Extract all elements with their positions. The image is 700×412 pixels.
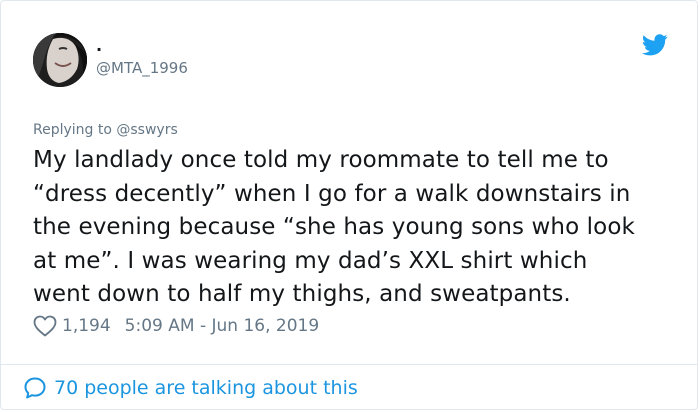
tweet-card: . @MTA_1996 Replying to @sswyrs My landl…: [0, 0, 698, 410]
tweet-timestamp[interactable]: 5:09 AM - Jun 16, 2019: [125, 316, 320, 336]
reply-mention-link[interactable]: @sswyrs: [116, 122, 177, 138]
divider: [1, 364, 697, 365]
talking-about-link[interactable]: 70 people are talking about this: [23, 375, 358, 401]
avatar[interactable]: [33, 33, 87, 87]
tweet-text: My landlady once told my roommate to tel…: [33, 147, 635, 307]
user-handle[interactable]: @MTA_1996: [96, 59, 188, 77]
heart-icon[interactable]: [33, 315, 57, 337]
tweet-meta: 1,194 5:09 AM - Jun 16, 2019: [33, 314, 319, 338]
replying-to: Replying to @sswyrs: [33, 121, 178, 139]
display-name[interactable]: .: [96, 37, 102, 55]
twitter-bird-icon[interactable]: [642, 34, 668, 56]
talking-about-label[interactable]: 70 people are talking about this: [54, 377, 358, 399]
profile-photo-icon: [33, 33, 87, 87]
speech-bubble-icon: [24, 377, 46, 399]
like-count[interactable]: 1,194: [62, 316, 111, 336]
replying-prefix: Replying to: [33, 122, 117, 138]
